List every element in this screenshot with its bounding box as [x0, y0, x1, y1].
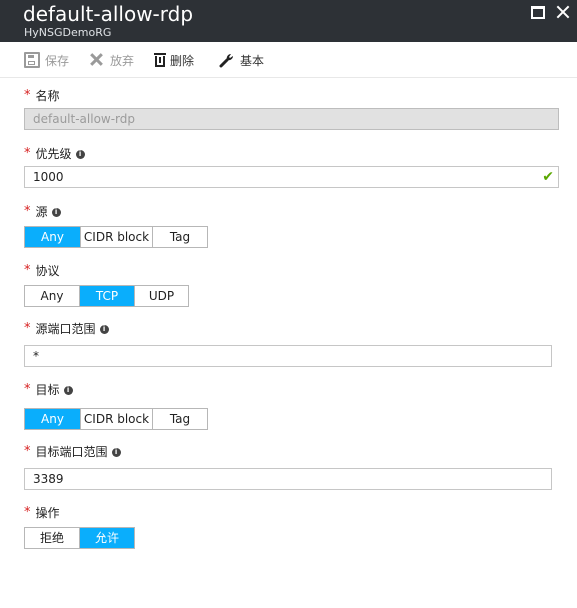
source-port-label-row: * 源端口范围 i: [24, 321, 109, 337]
name-label: 名称: [35, 89, 60, 103]
action-option-deny[interactable]: 拒绝: [25, 528, 80, 548]
protocol-option-tcp[interactable]: TCP: [80, 286, 135, 306]
destination-option-any[interactable]: Any: [25, 409, 81, 429]
info-icon[interactable]: i: [51, 207, 61, 217]
destination-selector: Any CIDR block Tag: [24, 408, 208, 430]
required-mark: *: [24, 321, 31, 336]
action-option-allow[interactable]: 允许: [80, 528, 134, 548]
discard-button[interactable]: 放弃: [89, 52, 134, 68]
source-port-range-field[interactable]: *: [24, 345, 552, 367]
destination-port-range-field[interactable]: 3389: [24, 468, 552, 490]
protocol-label-row: * 协议: [24, 263, 60, 279]
delete-label: 删除: [170, 53, 195, 68]
action-label: 操作: [35, 506, 60, 520]
protocol-label: 协议: [35, 264, 60, 278]
save-button[interactable]: 保存: [24, 52, 69, 68]
name-label-row: * 名称: [24, 88, 60, 104]
maximize-icon[interactable]: [531, 6, 545, 19]
name-field[interactable]: default-allow-rdp: [24, 108, 559, 130]
source-option-any[interactable]: Any: [25, 227, 81, 247]
delete-button[interactable]: 删除: [154, 52, 195, 68]
checkmark-icon: ✔: [542, 169, 554, 185]
priority-field[interactable]: 1000 ✔: [24, 166, 559, 188]
resource-group-subtitle: HyNSGDemoRG: [24, 26, 112, 39]
save-label: 保存: [45, 53, 70, 68]
source-port-range-label: 源端口范围: [35, 322, 96, 336]
destination-port-label-row: * 目标端口范围 i: [24, 444, 121, 460]
priority-label-row: * 优先级 i: [24, 146, 85, 162]
action-selector: 拒绝 允许: [24, 527, 135, 549]
required-mark: *: [24, 263, 31, 278]
floppy-disk-icon: [24, 52, 40, 68]
source-option-cidr-block[interactable]: CIDR block: [81, 227, 153, 247]
source-label: 源: [35, 205, 48, 219]
required-mark: *: [24, 382, 31, 397]
required-mark: *: [24, 505, 31, 520]
info-icon[interactable]: i: [111, 447, 121, 457]
protocol-option-udp[interactable]: UDP: [135, 286, 188, 306]
trash-icon: [154, 53, 166, 67]
wrench-icon: [219, 52, 235, 68]
required-mark: *: [24, 444, 31, 459]
protocol-selector: Any TCP UDP: [24, 285, 189, 307]
source-label-row: * 源 i: [24, 204, 61, 220]
priority-value: 1000: [33, 170, 64, 184]
basic-label: 基本: [240, 53, 265, 68]
close-x-icon: [89, 52, 105, 68]
protocol-option-any[interactable]: Any: [25, 286, 80, 306]
action-label-row: * 操作: [24, 505, 60, 521]
basic-button[interactable]: 基本: [219, 52, 264, 68]
info-icon[interactable]: i: [99, 324, 109, 334]
source-selector: Any CIDR block Tag: [24, 226, 208, 248]
destination-option-tag[interactable]: Tag: [153, 409, 207, 429]
source-option-tag[interactable]: Tag: [153, 227, 207, 247]
blade-header: default-allow-rdp HyNSGDemoRG: [0, 0, 577, 42]
required-mark: *: [24, 88, 31, 103]
command-bar: 保存 放弃 删除 基本: [0, 42, 577, 78]
required-mark: *: [24, 146, 31, 161]
discard-label: 放弃: [110, 53, 135, 68]
info-icon[interactable]: i: [63, 385, 73, 395]
close-icon[interactable]: [556, 5, 570, 19]
required-mark: *: [24, 204, 31, 219]
destination-option-cidr-block[interactable]: CIDR block: [81, 409, 153, 429]
destination-label-row: * 目标 i: [24, 382, 73, 398]
info-icon[interactable]: i: [75, 149, 85, 159]
priority-label: 优先级: [35, 147, 72, 161]
destination-port-range-label: 目标端口范围: [35, 445, 108, 459]
destination-label: 目标: [35, 383, 60, 397]
blade-title: default-allow-rdp: [23, 2, 194, 26]
